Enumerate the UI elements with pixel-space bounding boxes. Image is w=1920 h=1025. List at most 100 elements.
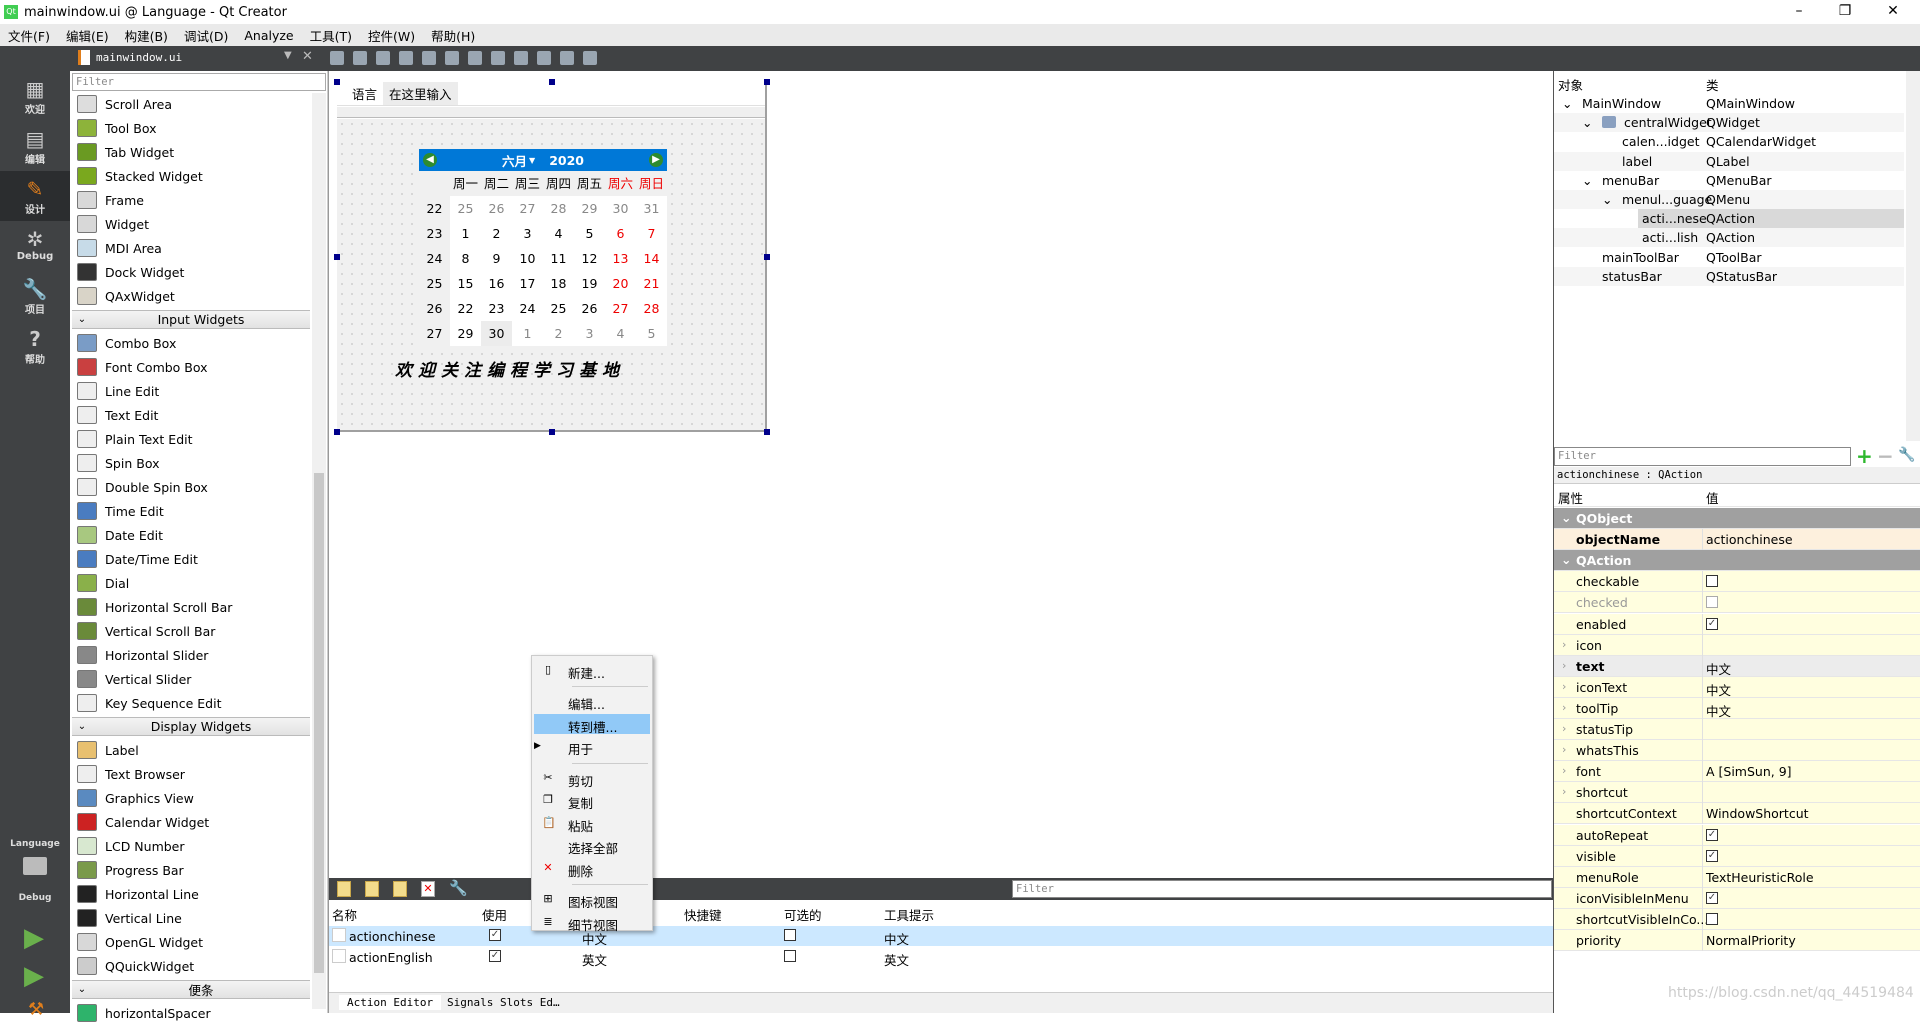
chevron-right-icon[interactable]: › <box>1562 722 1566 735</box>
context-menu-item[interactable]: ✕ 删除 <box>534 858 650 879</box>
form-layout-tool-icon[interactable] <box>514 51 528 65</box>
chevron-down-icon[interactable]: ⌄ <box>72 314 92 325</box>
calendar-day[interactable]: 15 <box>450 271 481 296</box>
property-value[interactable]: NormalPriority <box>1706 933 1796 948</box>
widget-item[interactable]: Widget <box>72 212 310 236</box>
widget-box-scrollbar[interactable] <box>312 93 326 1009</box>
property-checkbox[interactable]: ✓ <box>1706 849 1718 862</box>
action-row[interactable]: actionEnglish ✓ 英文 英文 <box>329 947 1554 968</box>
calendar-day[interactable]: 5 <box>636 321 667 346</box>
widget-item[interactable]: Time Edit <box>72 499 310 523</box>
run-icon[interactable]: ▶ <box>24 923 44 953</box>
calendar-day[interactable]: 31 <box>636 196 667 221</box>
tab-action-editor[interactable]: Action Editor <box>339 995 442 1010</box>
property-row[interactable]: › icon <box>1554 634 1920 656</box>
property-row[interactable]: checked <box>1554 592 1920 614</box>
welcome-label[interactable]: 欢迎关注编程学习基地 <box>395 356 625 381</box>
calendar-day[interactable]: 4 <box>605 321 636 346</box>
column-header[interactable]: 对象 <box>1558 75 1583 94</box>
delete-action-icon[interactable]: ✕ <box>421 881 435 897</box>
chevron-down-icon[interactable]: ⌄ <box>1561 552 1571 567</box>
paste-action-icon[interactable] <box>393 881 407 897</box>
widget-item[interactable]: Plain Text Edit <box>72 427 310 451</box>
widget-item[interactable]: horizontalSpacer <box>72 1001 310 1025</box>
property-row[interactable]: shortcutVisibleInCo... <box>1554 908 1920 930</box>
chevron-right-icon[interactable]: › <box>1562 764 1566 777</box>
property-row[interactable]: shortcutContext WindowShortcut <box>1554 803 1920 825</box>
widget-item[interactable]: Key Sequence Edit <box>72 691 310 715</box>
property-checkbox[interactable]: ✓ <box>1706 891 1718 904</box>
form-layout-tool-icon[interactable] <box>468 51 482 65</box>
widget-item[interactable]: Tab Widget <box>72 140 310 164</box>
widget-item[interactable]: Tool Box <box>72 116 310 140</box>
widget-item[interactable]: Text Browser <box>72 762 310 786</box>
menu-0[interactable]: 文件(F) <box>0 26 58 45</box>
mode-pencil[interactable]: ✎ 设计 <box>0 171 70 221</box>
context-menu-item[interactable]: ⊞ 图标视图 <box>534 889 650 910</box>
widget-item[interactable]: Horizontal Line <box>72 882 310 906</box>
object-inspector-scrollbar[interactable] <box>1906 71 1920 441</box>
scrollbar-thumb[interactable] <box>314 473 324 973</box>
property-value[interactable]: 中文 <box>1706 701 1731 720</box>
form-layout-tool-icon[interactable] <box>399 51 413 65</box>
form-layout-tool-icon[interactable] <box>491 51 505 65</box>
resize-handle[interactable] <box>549 429 555 435</box>
property-value[interactable]: 中文 <box>1706 680 1731 699</box>
context-menu-item[interactable]: ▯ 新建... <box>534 660 650 681</box>
calendar-year[interactable]: 2020 <box>549 153 584 168</box>
property-checkbox[interactable] <box>1706 575 1718 588</box>
calendar-day[interactable]: 27 <box>605 296 636 321</box>
tab-signals-slots-editor[interactable]: Signals Slots Ed… <box>447 996 560 1009</box>
widget-item[interactable]: MDI Area <box>72 236 310 260</box>
calendar-day[interactable]: 30 <box>481 321 512 346</box>
chevron-down-icon[interactable]: ⌄ <box>72 721 92 732</box>
configure-wrench-icon[interactable]: 🔧 <box>1898 447 1915 463</box>
widget-item[interactable]: Date/Time Edit <box>72 547 310 571</box>
widget-item[interactable]: Vertical Slider <box>72 667 310 691</box>
resize-handle[interactable] <box>764 79 770 85</box>
property-row[interactable]: › font A [SimSun, 9] <box>1554 761 1920 783</box>
context-menu-item[interactable]: 📋 粘贴 <box>534 813 650 834</box>
context-menu-item[interactable]: 用于 ▶ <box>534 736 650 757</box>
property-checkbox[interactable] <box>1706 912 1718 925</box>
action-row[interactable]: actionchinese ✓ 中文 中文 <box>329 926 1554 947</box>
widget-item[interactable]: Vertical Scroll Bar <box>72 619 310 643</box>
chevron-right-icon[interactable]: › <box>1562 785 1566 798</box>
object-tree-row[interactable]: statusBar QStatusBar <box>1554 266 1904 286</box>
widget-category[interactable]: ⌄ Display Widgets <box>72 717 310 736</box>
calendar-day[interactable]: 24 <box>512 296 543 321</box>
menu-4[interactable]: Analyze <box>236 28 301 43</box>
widget-item[interactable]: Graphics View <box>72 786 310 810</box>
menu-3[interactable]: 调试(D) <box>176 26 236 45</box>
chevron-down-icon[interactable]: ⌄ <box>1582 173 1592 188</box>
calendar-day[interactable]: 6 <box>605 221 636 246</box>
monitor-icon[interactable] <box>23 857 47 875</box>
calendar-day[interactable]: 8 <box>450 246 481 271</box>
property-value[interactable]: A [SimSun, 9] <box>1706 764 1792 779</box>
resize-handle[interactable] <box>764 254 770 260</box>
widget-filter-input[interactable]: Filter <box>72 73 326 91</box>
column-header[interactable]: 属性 <box>1558 488 1583 507</box>
chevron-down-icon[interactable]: ⌄ <box>1602 192 1612 207</box>
chevron-right-icon[interactable]: › <box>1562 743 1566 756</box>
resize-handle[interactable] <box>549 79 555 85</box>
widget-item[interactable]: Calendar Widget <box>72 810 310 834</box>
context-menu-item[interactable]: 编辑... <box>534 691 650 712</box>
column-header[interactable]: 值 <box>1706 488 1719 507</box>
object-tree-row[interactable]: label QLabel <box>1554 151 1904 171</box>
calendar-month[interactable]: 六月 <box>502 151 527 170</box>
context-menu-item[interactable]: 选择全部 <box>534 835 650 856</box>
chevron-down-icon[interactable]: ⌄ <box>1561 510 1571 525</box>
widget-item[interactable]: Stacked Widget <box>72 164 310 188</box>
calendar-day[interactable]: 25 <box>543 296 574 321</box>
property-row[interactable]: iconVisibleInMenu ✓ <box>1554 887 1920 909</box>
calendar-day[interactable]: 26 <box>481 196 512 221</box>
form-layout-tool-icon[interactable] <box>445 51 459 65</box>
widget-item[interactable]: Dock Widget <box>72 260 310 284</box>
copy-action-icon[interactable] <box>365 881 379 897</box>
context-menu-item[interactable]: ❐ 复制 <box>534 790 650 811</box>
widget-item[interactable]: Progress Bar <box>72 858 310 882</box>
calendar-day[interactable]: 27 <box>512 196 543 221</box>
calendar-day[interactable]: 7 <box>636 221 667 246</box>
widget-item[interactable]: Vertical Line <box>72 906 310 930</box>
